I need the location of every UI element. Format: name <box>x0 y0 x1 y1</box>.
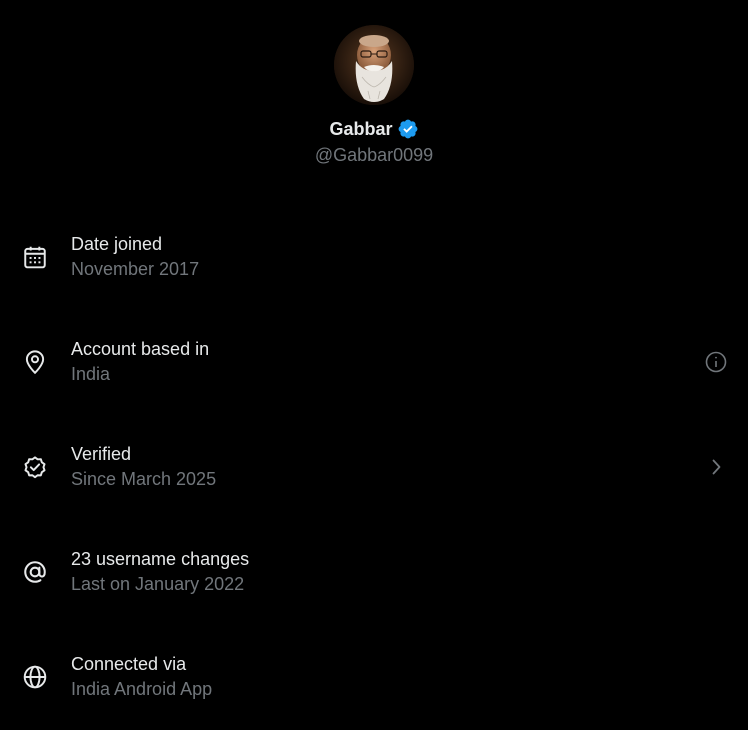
globe-icon <box>22 664 48 690</box>
avatar-image <box>334 25 414 105</box>
info-row-date-joined: Date joined November 2017 <box>0 205 748 310</box>
handle: @Gabbar0099 <box>314 145 434 165</box>
row-title: 23 username changes <box>71 549 250 569</box>
row-text: 23 username changes Last on January 2022 <box>71 547 249 596</box>
info-row-verified[interactable]: Verified Since March 2025 <box>0 415 748 520</box>
row-text: Verified Since March 2025 <box>71 442 216 491</box>
row-subtitle: India <box>71 364 111 384</box>
account-info-list: Date joined November 2017 Account based … <box>0 205 748 730</box>
info-row-connected-via: Connected via India Android App <box>0 625 748 730</box>
row-title: Account based in <box>71 339 210 359</box>
at-sign-icon <box>22 559 48 585</box>
row-subtitle: November 2017 <box>71 259 200 279</box>
avatar[interactable] <box>334 25 414 105</box>
location-pin-icon <box>22 349 48 375</box>
row-text: Connected via India Android App <box>71 652 212 701</box>
info-row-account-based-in: Account based in India <box>0 310 748 415</box>
profile-header: Gabbar @Gabbar0099 <box>0 0 748 180</box>
info-icon[interactable] <box>704 350 728 374</box>
row-text: Date joined November 2017 <box>71 232 199 281</box>
row-title: Connected via <box>71 654 187 674</box>
row-text: Account based in India <box>71 337 209 386</box>
verified-badge-icon[interactable] <box>397 118 419 140</box>
row-subtitle: Since March 2025 <box>71 469 217 489</box>
row-subtitle: Last on January 2022 <box>71 574 245 594</box>
info-row-username-changes: 23 username changes Last on January 2022 <box>0 520 748 625</box>
display-name: Gabbar <box>329 119 393 139</box>
verified-check-icon <box>22 454 48 480</box>
row-title: Date joined <box>71 234 163 254</box>
calendar-icon <box>22 244 48 270</box>
row-title: Verified <box>71 444 132 464</box>
chevron-right-icon[interactable] <box>704 455 728 479</box>
name-row: Gabbar <box>0 116 748 142</box>
row-subtitle: India Android App <box>71 679 213 699</box>
